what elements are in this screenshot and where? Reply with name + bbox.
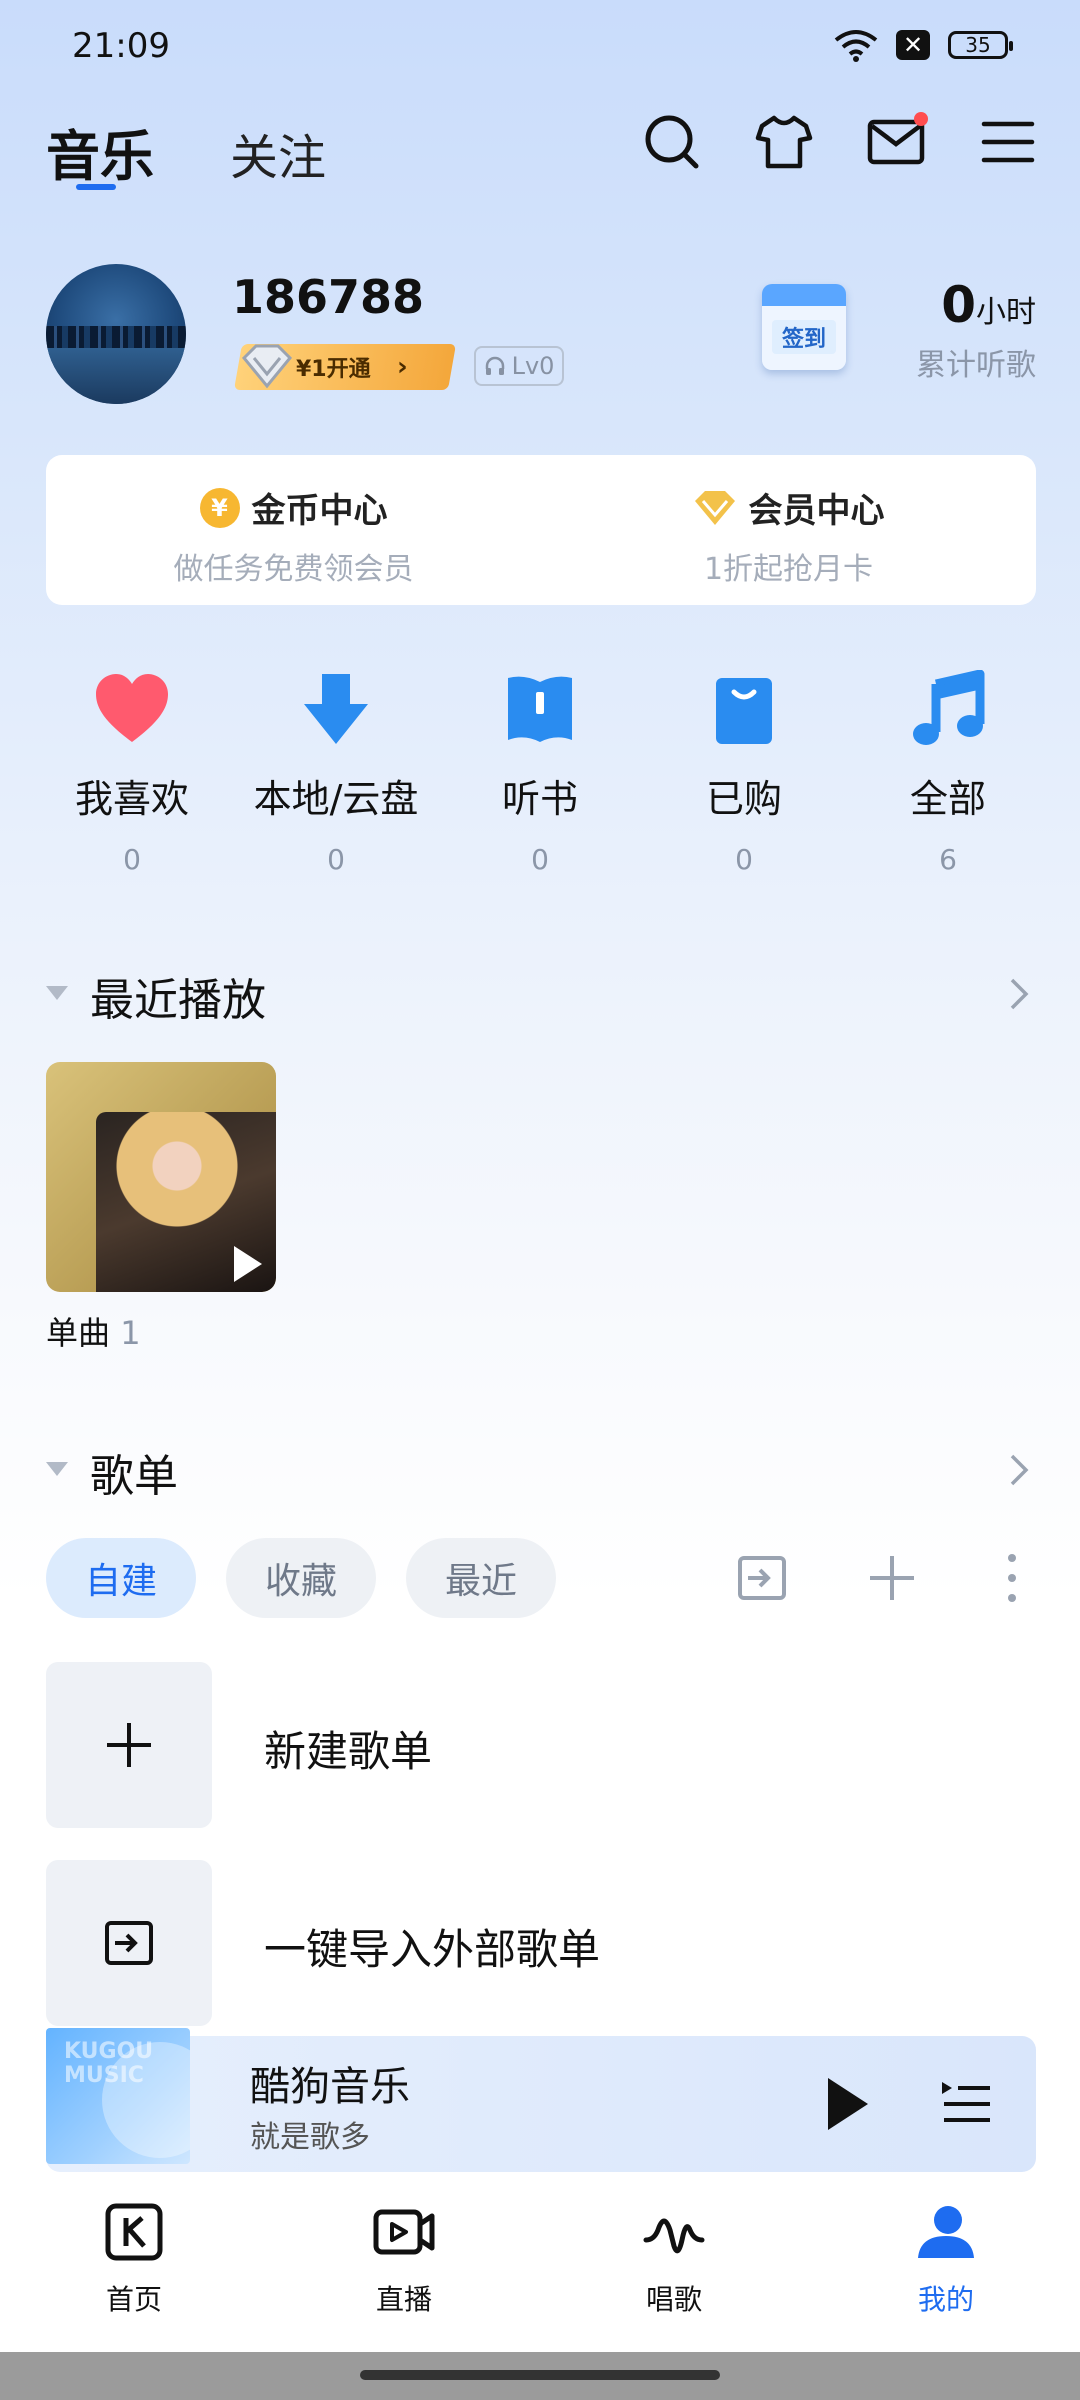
username[interactable]: 186788 — [232, 270, 424, 324]
import-playlist-button[interactable] — [46, 1860, 212, 2026]
nav-label: 首页 — [105, 2283, 162, 2316]
import-playlist-label[interactable]: 一键导入外部歌单 — [264, 1916, 600, 1977]
coin-center-title: 金币中心 — [251, 491, 388, 531]
chip-recent[interactable]: 最近 — [406, 1538, 556, 1618]
recent-item-count: 1 — [120, 1314, 141, 1352]
chip-self-created[interactable]: 自建 — [46, 1538, 196, 1618]
benefits-card: ¥ 金币中心 做任务免费领会员 会员中心 1折起抢月卡 — [46, 455, 1036, 605]
plus-icon — [107, 1723, 151, 1767]
heart-icon — [96, 674, 168, 742]
vip-center-subtitle: 1折起抢月卡 — [703, 552, 874, 587]
coin-icon: ¥ — [199, 487, 240, 528]
quick-entry-count: 6 — [939, 843, 957, 876]
bag-icon — [716, 678, 772, 744]
collapse-triangle-icon[interactable] — [46, 1462, 68, 1476]
tab-music[interactable]: 音乐 — [46, 112, 154, 191]
chevron-right-icon: › — [396, 352, 408, 382]
player-cover-text: KUGOU MUSIC — [64, 2039, 154, 2088]
nav-sing[interactable]: 唱歌 — [584, 2200, 764, 2318]
level-badge[interactable]: Lv0 — [474, 346, 564, 386]
import-icon[interactable] — [734, 1550, 790, 1606]
quick-entry-purchased[interactable]: 已购 0 — [644, 670, 844, 876]
listen-hours-unit: 小时 — [976, 295, 1036, 330]
nav-home[interactable]: 首页 — [44, 2200, 224, 2318]
quick-entry-count: 0 — [327, 843, 345, 876]
home-k-icon — [105, 2203, 163, 2261]
nav-live[interactable]: 直播 — [314, 2200, 494, 2318]
recent-play-title[interactable]: 最近播放 — [90, 964, 266, 1028]
wifi-icon — [834, 30, 878, 62]
search-icon[interactable] — [642, 112, 702, 172]
player-cover[interactable]: KUGOU MUSIC — [46, 2028, 190, 2164]
vip-gem-icon — [694, 490, 735, 525]
nav-label: 唱歌 — [645, 2283, 702, 2316]
status-time: 21:09 — [72, 26, 170, 66]
level-text: Lv0 — [511, 352, 555, 380]
live-video-icon — [373, 2209, 435, 2255]
vip-diamond-icon — [241, 344, 293, 389]
nav-label: 我的 — [917, 2283, 974, 2316]
chip-collected[interactable]: 收藏 — [226, 1538, 376, 1618]
recent-single-cover[interactable] — [46, 1062, 276, 1292]
battery-indicator: 35 — [948, 31, 1013, 59]
signin-label: 签到 — [772, 320, 836, 354]
recent-item-label: 单曲 — [46, 1314, 111, 1352]
recent-single-label: 单曲 1 — [46, 1308, 141, 1354]
new-playlist-button[interactable] — [46, 1662, 212, 1828]
quick-entry-favorites[interactable]: 我喜欢 0 — [32, 670, 232, 876]
menu-icon[interactable] — [978, 112, 1038, 172]
home-gesture-pill[interactable] — [360, 2370, 720, 2380]
quick-entry-label: 我喜欢 — [74, 777, 189, 821]
quick-entry-audiobooks[interactable]: 听书 0 — [440, 670, 640, 876]
quick-entry-count: 0 — [531, 843, 549, 876]
vip-center-entry[interactable]: 会员中心 1折起抢月卡 — [541, 483, 1036, 588]
quick-entry-local-cloud[interactable]: 本地/云盘 0 — [236, 670, 436, 876]
new-playlist-label[interactable]: 新建歌单 — [264, 1718, 432, 1779]
download-icon — [304, 674, 368, 744]
headphone-icon — [485, 356, 504, 375]
listen-hours[interactable]: 0小时 — [941, 276, 1036, 334]
listen-hours-value: 0 — [941, 276, 976, 334]
add-icon[interactable] — [864, 1550, 920, 1606]
quick-entry-label: 本地/云盘 — [253, 777, 419, 821]
play-icon[interactable] — [828, 2078, 868, 2130]
coin-center-entry[interactable]: ¥ 金币中心 做任务免费领会员 — [46, 483, 541, 588]
quick-entry-count: 0 — [735, 843, 753, 876]
signin-calendar-button[interactable]: 签到 — [762, 284, 846, 370]
music-note-icon — [913, 669, 985, 745]
avatar[interactable] — [46, 264, 186, 404]
book-icon — [508, 676, 572, 742]
quick-entry-label: 听书 — [501, 777, 578, 821]
mail-unread-dot — [914, 112, 928, 126]
more-vertical-icon[interactable] — [984, 1550, 1040, 1606]
nav-label: 直播 — [375, 2283, 432, 2316]
play-icon — [234, 1246, 262, 1282]
nav-mine[interactable]: 我的 — [856, 2200, 1036, 2318]
quick-entry-label: 已购 — [705, 777, 782, 821]
player-subtitle: 就是歌多 — [250, 2120, 370, 2155]
playlist-queue-icon[interactable] — [940, 2078, 992, 2130]
tab-follow[interactable]: 关注 — [230, 118, 326, 188]
sing-wave-icon — [643, 2218, 705, 2254]
import-icon — [105, 1921, 153, 1965]
tab-active-indicator — [76, 184, 116, 190]
tshirt-icon[interactable] — [754, 112, 814, 172]
chevron-right-icon[interactable] — [1004, 1450, 1034, 1490]
quick-entry-label: 全部 — [909, 777, 986, 821]
status-icons: ✕ 35 — [834, 28, 1013, 62]
profile-icon — [918, 2206, 974, 2258]
playlists-title[interactable]: 歌单 — [90, 1440, 178, 1504]
chevron-right-icon[interactable] — [1004, 974, 1034, 1014]
coin-center-subtitle: 做任务免费领会员 — [173, 552, 414, 587]
quick-entry-all[interactable]: 全部 6 — [848, 669, 1048, 876]
listen-label: 累计听歌 — [916, 348, 1036, 383]
mini-player[interactable] — [46, 2036, 1036, 2172]
player-title: 酷狗音乐 — [250, 2064, 410, 2110]
vip-center-title: 会员中心 — [748, 491, 885, 531]
sim-off-icon: ✕ — [896, 30, 930, 60]
collapse-triangle-icon[interactable] — [46, 986, 68, 1000]
vip-open-label: ¥1开通 — [296, 357, 371, 382]
quick-entry-count: 0 — [123, 843, 141, 876]
